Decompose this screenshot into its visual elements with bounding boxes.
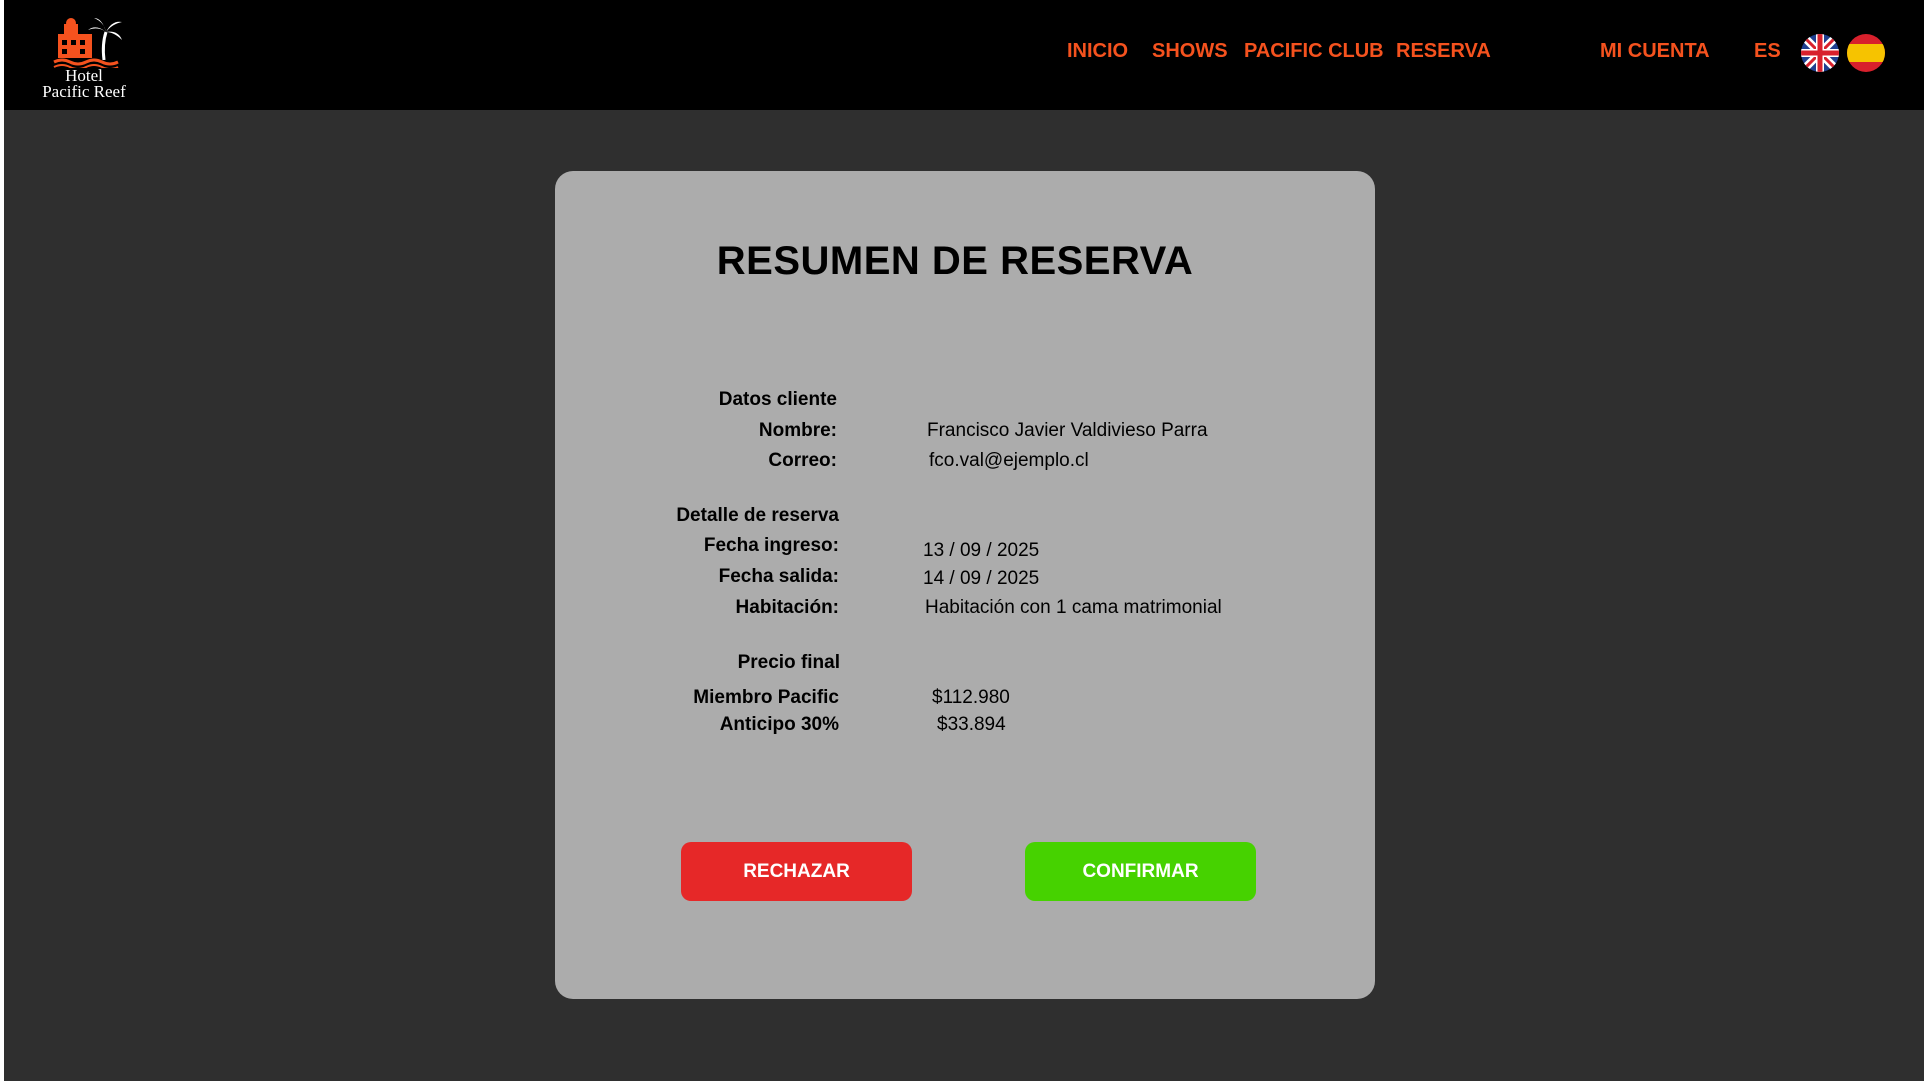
nav-shows[interactable]: SHOWS: [1152, 40, 1228, 63]
member-price-value: $112.980: [932, 687, 1010, 708]
email-label: Correo:: [768, 450, 837, 471]
email-value: fco.val@ejemplo.cl: [929, 450, 1089, 471]
deposit-value: $33.894: [937, 714, 1006, 735]
checkin-label: Fecha ingreso:: [703, 535, 839, 556]
uk-flag-icon[interactable]: [1801, 34, 1839, 72]
checkin-value: 13 / 09 / 2025: [923, 540, 1040, 561]
name-value: Francisco Javier Valdivieso Parra: [927, 420, 1208, 441]
spain-flag-icon[interactable]: [1847, 34, 1885, 72]
client-section-heading: Datos cliente: [718, 389, 837, 410]
page-title: RESUMEN DE RESERVA: [716, 239, 1194, 283]
top-navigation-bar: Hotel Pacific Reef INICIO SHOWS PACIFIC …: [4, 0, 1924, 110]
reservation-summary-card: RESUMEN DE RESERVA Datos cliente Nombre:…: [555, 171, 1375, 999]
nav-reserva[interactable]: RESERVA: [1396, 40, 1491, 63]
main-nav: INICIO SHOWS PACIFIC CLUB RESERVA MI CUE…: [4, 40, 1924, 70]
hotel-name-line2: Pacific Reef: [42, 82, 126, 101]
nav-pacific-club[interactable]: PACIFIC CLUB: [1244, 40, 1384, 63]
hotel-name: Hotel Pacific Reef: [34, 67, 134, 101]
nav-inicio[interactable]: INICIO: [1067, 40, 1128, 63]
price-section-heading: Precio final: [737, 652, 840, 673]
confirm-button[interactable]: CONFIRMAR: [1025, 842, 1256, 901]
room-value: Habitación con 1 cama matrimonial: [925, 597, 1222, 618]
room-label: Habitación:: [735, 597, 839, 618]
name-label: Nombre:: [758, 420, 837, 441]
language-selector[interactable]: ES: [1754, 40, 1781, 63]
deposit-label: Anticipo 30%: [719, 714, 839, 735]
page: Hotel Pacific Reef INICIO SHOWS PACIFIC …: [4, 0, 1924, 1081]
checkout-value: 14 / 09 / 2025: [923, 568, 1040, 589]
member-price-label: Miembro Pacific: [693, 687, 839, 708]
nav-mi-cuenta[interactable]: MI CUENTA: [1600, 40, 1710, 63]
checkout-label: Fecha salida:: [718, 566, 839, 587]
reject-button[interactable]: RECHAZAR: [681, 842, 912, 901]
booking-section-heading: Detalle de reserva: [676, 505, 839, 526]
